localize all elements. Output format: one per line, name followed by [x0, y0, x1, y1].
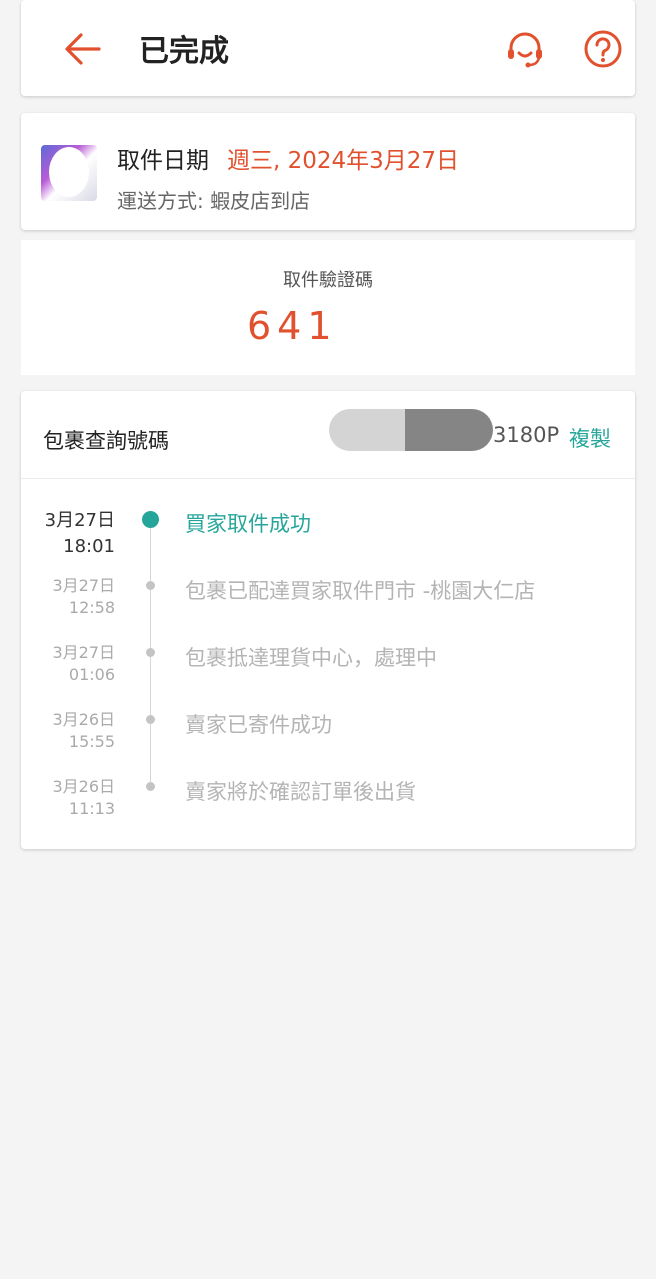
timeline-text: 買家取件成功	[185, 512, 311, 536]
timeline-datetime: 3月26日 11:13	[0, 776, 115, 820]
tracking-label: 包裹查詢號碼	[43, 429, 169, 453]
back-button[interactable]	[61, 28, 105, 72]
verification-code-label: 取件驗證碼	[283, 270, 373, 291]
timeline-dot	[146, 581, 155, 590]
timeline-text: 賣家已寄件成功	[185, 713, 332, 737]
timeline-dot	[142, 511, 159, 528]
timeline-item: 3月27日 01:06 包裹抵達理貨中心，處理中	[21, 642, 635, 702]
headset-icon	[508, 32, 542, 68]
timeline-datetime: 3月27日 01:06	[0, 642, 115, 686]
timeline-time: 01:06	[68, 665, 115, 684]
pickup-info-card: 取件日期 週三, 2024年3月27日 運送方式: 蝦皮店到店	[21, 113, 635, 230]
timeline-text: 包裹已配達買家取件門市 -桃園大仁店	[185, 579, 536, 603]
redacted-tracking-number	[329, 409, 415, 451]
verification-code-card: 取件驗證碼 641	[21, 240, 635, 375]
copy-button[interactable]: 複製	[569, 423, 611, 453]
back-arrow-icon	[65, 33, 101, 65]
timeline-item: 3月27日 18:01 買家取件成功	[21, 508, 635, 568]
timeline-date: 3月27日	[52, 643, 115, 662]
help-circle-icon	[584, 30, 622, 68]
timeline-time: 11:13	[68, 799, 115, 818]
tracking-number: 3180P	[493, 423, 560, 447]
timeline-item: 3月26日 11:13 賣家將於確認訂單後出貨	[21, 776, 635, 836]
divider	[21, 478, 635, 479]
pickup-date-value: 週三, 2024年3月27日	[227, 148, 460, 174]
timeline-item: 3月26日 15:55 賣家已寄件成功	[21, 709, 635, 769]
shipping-method: 運送方式: 蝦皮店到店	[117, 189, 311, 213]
timeline-datetime: 3月27日 12:58	[0, 575, 115, 619]
timeline-time: 12:58	[68, 598, 115, 617]
timeline-dot	[146, 715, 155, 724]
product-thumbnail	[41, 145, 97, 201]
timeline-date: 3月26日	[52, 710, 115, 729]
help-button[interactable]	[581, 28, 625, 72]
timeline-item: 3月27日 12:58 包裹已配達買家取件門市 -桃園大仁店	[21, 575, 635, 635]
timeline-date: 3月27日	[52, 576, 115, 595]
timeline-date: 3月27日	[44, 510, 115, 531]
timeline-date: 3月26日	[52, 777, 115, 796]
timeline-datetime: 3月26日 15:55	[0, 709, 115, 753]
timeline-time: 18:01	[63, 536, 115, 557]
tracking-card: 包裹查詢號碼 3180P 複製 3月27日 18:01 買家取件成功 3月27日 12:…	[21, 391, 635, 849]
customer-service-button[interactable]	[503, 28, 547, 72]
timeline-dot	[146, 648, 155, 657]
pickup-date-label: 取件日期	[117, 148, 209, 174]
page-title: 已完成	[139, 34, 229, 69]
verification-code: 641	[247, 304, 338, 348]
timeline-time: 15:55	[68, 732, 115, 751]
timeline-text: 包裹抵達理貨中心，處理中	[185, 646, 437, 670]
redacted-tracking-number-mask	[405, 409, 493, 451]
timeline-text: 賣家將於確認訂單後出貨	[185, 780, 416, 804]
timeline-dot	[146, 782, 155, 791]
top-bar: 已完成	[21, 0, 635, 96]
timeline-datetime: 3月27日 18:01	[0, 508, 115, 560]
